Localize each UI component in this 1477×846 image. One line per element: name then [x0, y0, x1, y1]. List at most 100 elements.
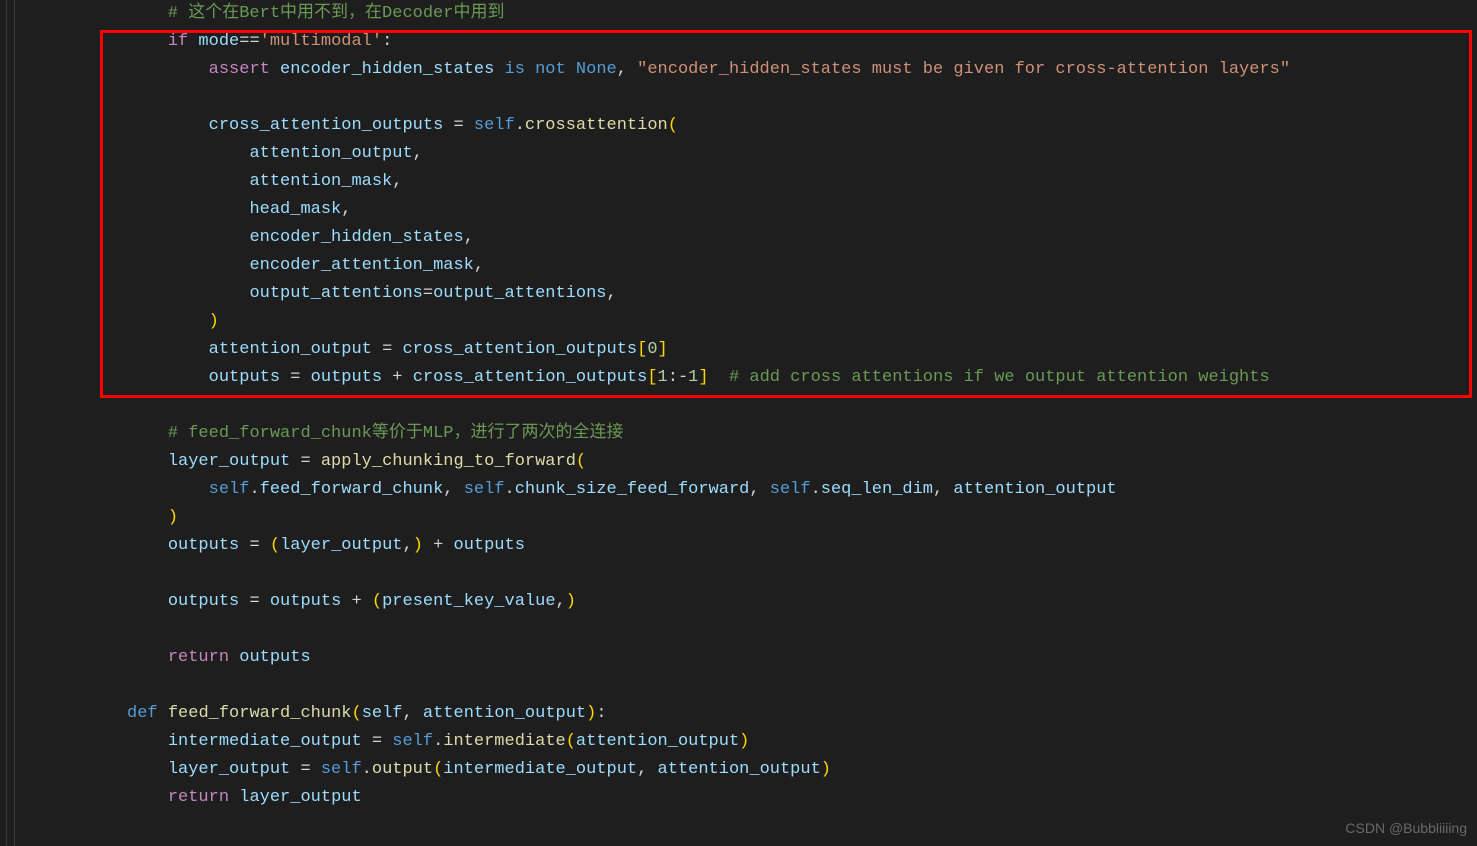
code-token: , — [464, 228, 474, 247]
code-line[interactable] — [25, 84, 1477, 112]
code-line[interactable]: attention_mask, — [25, 168, 1477, 196]
code-token: intermediate_output — [168, 732, 372, 751]
code-line[interactable]: ) — [25, 308, 1477, 336]
code-token: , — [403, 704, 423, 723]
code-token: output_attentions — [249, 284, 422, 303]
code-token: attention_output — [249, 144, 412, 163]
code-token: . — [362, 760, 372, 779]
code-token: encoder_hidden_states — [249, 228, 463, 247]
code-token: attention_output — [953, 480, 1116, 499]
code-token: head_mask — [249, 200, 341, 219]
code-token: chunk_size_feed_forward — [515, 480, 750, 499]
code-token: ) — [209, 312, 219, 331]
code-token: , — [443, 480, 463, 499]
code-token — [260, 536, 270, 555]
code-token: ( — [270, 536, 280, 555]
code-line[interactable]: # feed_forward_chunk等价于MLP，进行了两次的全连接 — [25, 420, 1477, 448]
code-token: feed_forward_chunk — [168, 704, 352, 723]
code-line[interactable]: assert encoder_hidden_states is not None… — [25, 56, 1477, 84]
code-token: = — [300, 452, 310, 471]
code-token: return — [168, 788, 229, 807]
code-token — [311, 452, 321, 471]
code-token: = — [423, 284, 433, 303]
code-token: , — [402, 536, 412, 555]
code-token: outputs — [209, 368, 291, 387]
code-token: + — [392, 368, 402, 387]
code-token: ( — [372, 592, 382, 611]
code-token: not — [535, 60, 566, 79]
code-line[interactable]: outputs = (layer_output,) + outputs — [25, 532, 1477, 560]
code-line[interactable]: if mode=='multimodal': — [25, 28, 1477, 56]
code-line[interactable]: cross_attention_outputs = self.crossatte… — [25, 112, 1477, 140]
code-token: , — [607, 284, 617, 303]
code-token: seq_len_dim — [821, 480, 933, 499]
code-token: # 这个在Bert中用不到，在Decoder中用到 — [168, 4, 505, 23]
code-token: layer_output — [168, 760, 301, 779]
code-token: layer_output — [168, 452, 301, 471]
code-line[interactable]: def feed_forward_chunk(self, attention_o… — [25, 700, 1477, 728]
code-token: : — [382, 32, 392, 51]
code-token: [ — [647, 368, 657, 387]
code-line[interactable]: self.feed_forward_chunk, self.chunk_size… — [25, 476, 1477, 504]
code-token: outputs — [168, 592, 250, 611]
code-token — [158, 704, 168, 723]
code-token: , — [933, 480, 953, 499]
code-token: return — [168, 648, 229, 667]
code-token: outputs — [229, 648, 311, 667]
code-token: , — [556, 592, 566, 611]
code-line[interactable]: # 这个在Bert中用不到，在Decoder中用到 — [25, 0, 1477, 28]
code-line[interactable]: encoder_hidden_states, — [25, 224, 1477, 252]
code-editor-content[interactable]: # 这个在Bert中用不到，在Decoder中用到 if mode=='mult… — [0, 0, 1477, 812]
code-token: layer_output — [229, 788, 362, 807]
code-token: encoder_hidden_states — [270, 60, 505, 79]
code-token: ] — [658, 340, 668, 359]
code-line[interactable]: head_mask, — [25, 196, 1477, 224]
code-token: , — [413, 144, 423, 163]
code-line[interactable]: return outputs — [25, 644, 1477, 672]
code-token: outputs — [443, 536, 525, 555]
code-token: intermediate_output — [443, 760, 637, 779]
code-line[interactable]: layer_output = apply_chunking_to_forward… — [25, 448, 1477, 476]
code-token: self — [209, 480, 250, 499]
code-token: assert — [209, 60, 270, 79]
code-token: , — [749, 480, 769, 499]
code-token: self — [770, 480, 811, 499]
code-token: outputs — [300, 368, 392, 387]
code-line[interactable] — [25, 616, 1477, 644]
code-token: "encoder_hidden_states must be given for… — [637, 60, 1290, 79]
code-token: , — [392, 172, 402, 191]
code-token — [709, 368, 729, 387]
code-token: output_attentions — [433, 284, 606, 303]
code-line[interactable]: outputs = outputs + cross_attention_outp… — [25, 364, 1477, 392]
code-token: attention_output — [576, 732, 739, 751]
code-token: cross_attention_outputs — [392, 340, 637, 359]
code-token: ( — [576, 452, 586, 471]
code-token: if — [168, 32, 188, 51]
code-line[interactable]: output_attentions=output_attentions, — [25, 280, 1477, 308]
code-line[interactable]: return layer_output — [25, 784, 1477, 812]
code-token: ) — [566, 592, 576, 611]
code-line[interactable]: ) — [25, 504, 1477, 532]
code-token: = — [382, 340, 392, 359]
code-line[interactable]: attention_output, — [25, 140, 1477, 168]
code-line[interactable] — [25, 560, 1477, 588]
code-line[interactable] — [25, 392, 1477, 420]
code-token: self — [392, 732, 433, 751]
code-token — [311, 760, 321, 779]
code-line[interactable]: outputs = outputs + (present_key_value,) — [25, 588, 1477, 616]
code-line[interactable]: attention_output = cross_attention_outpu… — [25, 336, 1477, 364]
code-token: self — [474, 116, 515, 135]
code-token: . — [811, 480, 821, 499]
code-token: ] — [698, 368, 708, 387]
code-token: + — [433, 536, 443, 555]
code-token: ) — [739, 732, 749, 751]
code-line[interactable]: intermediate_output = self.intermediate(… — [25, 728, 1477, 756]
code-line[interactable]: layer_output = self.output(intermediate_… — [25, 756, 1477, 784]
code-line[interactable]: encoder_attention_mask, — [25, 252, 1477, 280]
code-line[interactable] — [25, 672, 1477, 700]
code-token: [ — [637, 340, 647, 359]
code-token: def — [127, 704, 158, 723]
code-token: == — [239, 32, 259, 51]
code-token: outputs — [168, 536, 250, 555]
code-token: = — [249, 592, 259, 611]
